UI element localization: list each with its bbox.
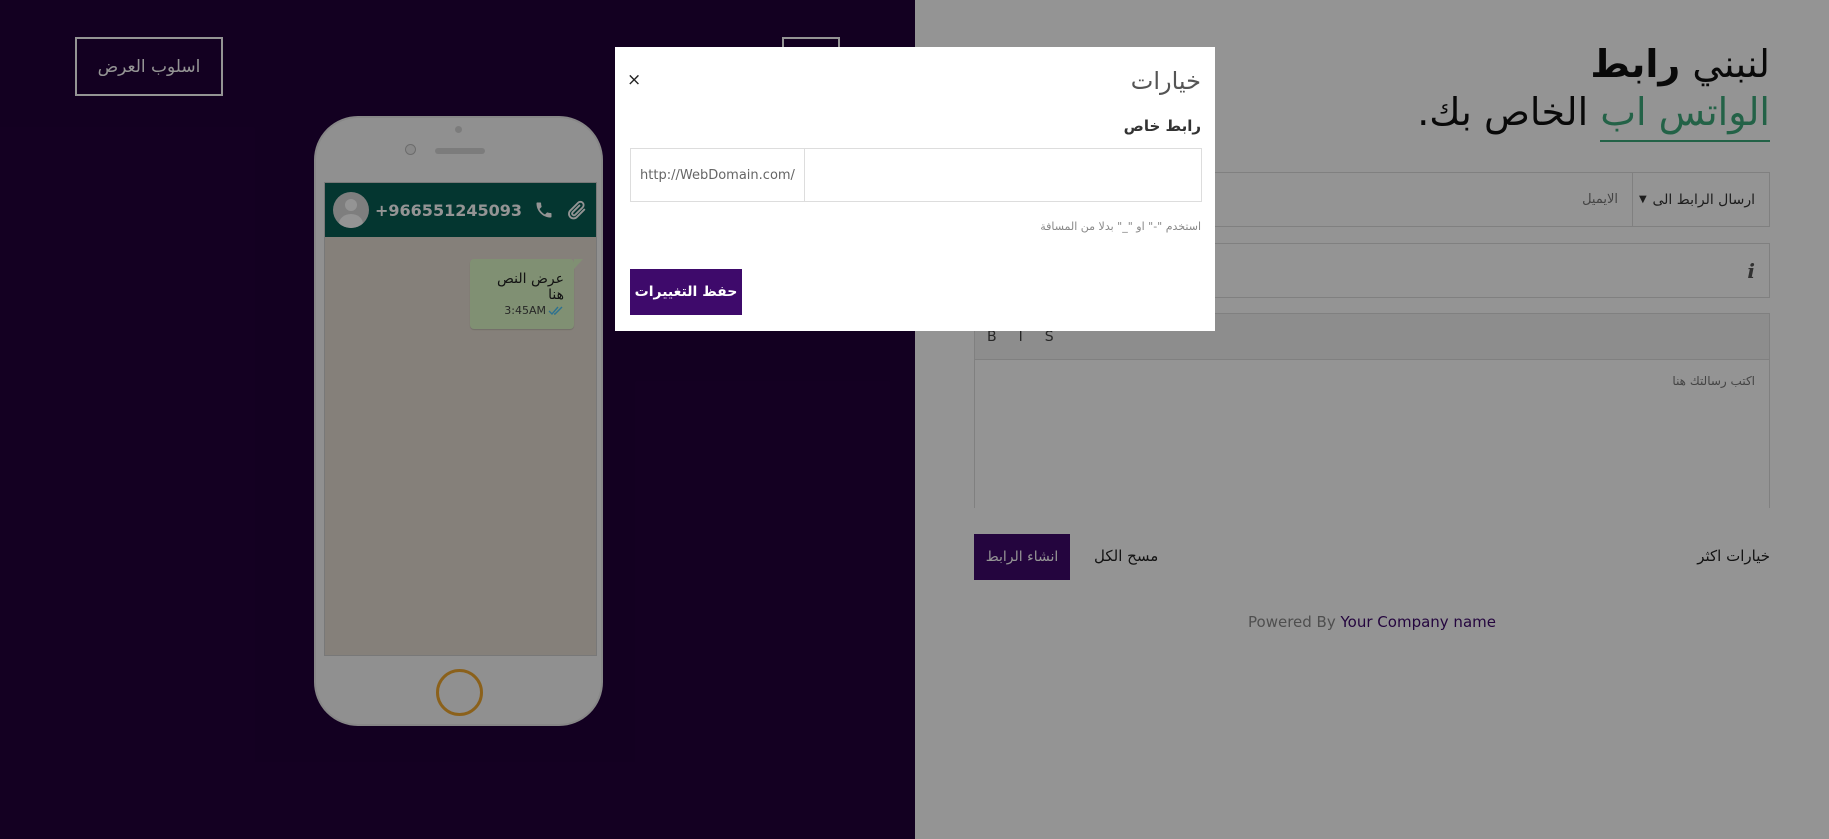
close-icon[interactable]: × [627, 70, 641, 90]
modal-title: خيارات [1130, 67, 1201, 95]
save-changes-button[interactable]: حفظ التغييرات [630, 269, 742, 315]
options-modal: خيارات × رابط خاص http://WebDomain.com/ … [615, 47, 1215, 331]
custom-link-input[interactable] [805, 149, 1201, 201]
custom-link-label: رابط خاص [1123, 117, 1201, 135]
hint-text: استخدم "-" او "_" بدلا من المسافة [1040, 220, 1201, 233]
custom-link-group: http://WebDomain.com/ [630, 148, 1202, 202]
domain-prefix: http://WebDomain.com/ [631, 149, 805, 201]
